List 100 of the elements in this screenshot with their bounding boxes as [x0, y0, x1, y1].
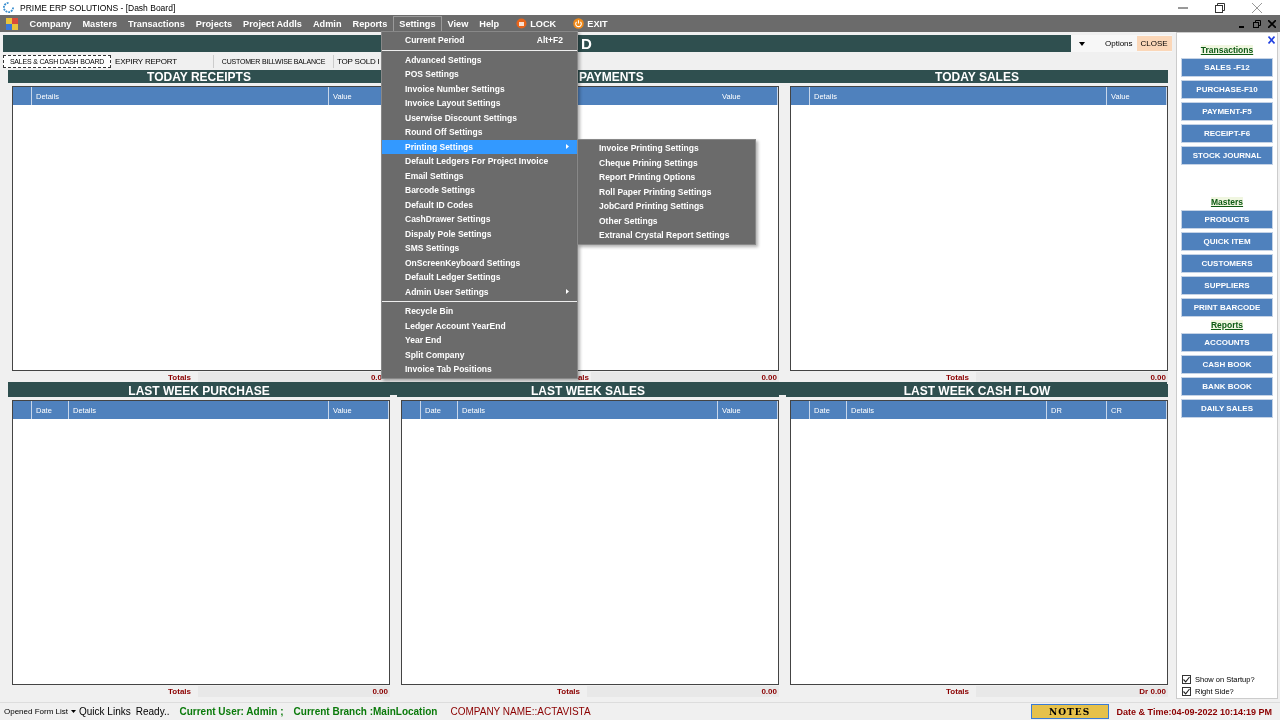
shortcut-text: Alt+F2: [536, 35, 563, 46]
quick-link-button[interactable]: CASH BOOK: [1181, 355, 1273, 374]
panel-title: LAST WEEK CASH FLOW: [786, 384, 1168, 397]
menu-option[interactable]: CashDrawer Settings: [382, 212, 577, 227]
checkbox[interactable]: [1182, 675, 1191, 684]
quick-link-button[interactable]: PRINT BARCODE: [1181, 298, 1273, 317]
notes-button[interactable]: NOTES: [1030, 704, 1109, 719]
menu-option[interactable]: Userwise Discount Settings: [382, 110, 577, 125]
totals-label: Totals: [167, 687, 192, 696]
menu-option-label: Split Company: [405, 349, 465, 360]
menu-option[interactable]: Default Ledger Settings: [382, 270, 577, 285]
header-title: D: [581, 35, 592, 52]
totals-value: 0.0: [198, 372, 390, 383]
status-text: Ready..: [135, 706, 170, 717]
menu-item[interactable]: LOCK: [510, 15, 562, 32]
quick-link-button[interactable]: STOCK JOURNAL: [1181, 146, 1273, 165]
menu-item[interactable]: Help: [473, 15, 505, 32]
menu-item[interactable]: Settings: [392, 15, 442, 32]
panel-title: LAST WEEK SALES: [397, 384, 779, 397]
panel-title: LAST WEEK PURCHASE: [8, 384, 390, 397]
menu-option-label: Default Ledgers For Project Invoice: [405, 156, 549, 167]
menu-option[interactable]: Split Company: [382, 347, 577, 362]
quick-link-button[interactable]: SALES -F12: [1181, 58, 1273, 77]
menu-option[interactable]: Dispaly Pole Settings: [382, 226, 577, 241]
menu-option[interactable]: Year End: [382, 333, 577, 348]
menu-option-label: Current Period: [405, 35, 465, 46]
menu-item[interactable]: EXIT: [567, 15, 614, 32]
menu-option[interactable]: SMS Settings: [382, 241, 577, 256]
menu-item[interactable]: Admin: [307, 15, 348, 32]
totals-value: 0.00: [587, 686, 779, 697]
totals-label: Totals: [945, 687, 970, 696]
menu-option[interactable]: Advanced Settings: [382, 52, 577, 67]
menu-item[interactable]: Company: [24, 15, 77, 32]
close-icon[interactable]: [1268, 36, 1275, 44]
app-grid-icon[interactable]: [6, 17, 18, 30]
menu-option[interactable]: Default Ledgers For Project Invoice: [382, 154, 577, 169]
dropdown-caret-icon[interactable]: [1079, 41, 1085, 46]
close-button[interactable]: CLOSE: [1136, 36, 1172, 51]
quick-link-button[interactable]: PAYMENT-F5: [1181, 102, 1273, 121]
quick-link-button[interactable]: PURCHASE-F10: [1181, 80, 1273, 99]
menu-item[interactable]: Masters: [76, 15, 123, 32]
quick-link-button[interactable]: QUICK ITEM: [1181, 232, 1273, 251]
menu-item[interactable]: Project Addls: [237, 15, 308, 32]
menu-option[interactable]: Default ID Codes: [382, 197, 577, 212]
menu-option-label: Dispaly Pole Settings: [405, 228, 492, 239]
menu-option[interactable]: Admin User Settings: [382, 284, 577, 299]
opened-form-list-dropdown[interactable]: Opened Form List: [0, 707, 80, 716]
app-logo-icon: [3, 2, 14, 13]
menu-option[interactable]: Other Settings: [578, 213, 755, 228]
menu-option[interactable]: Extranal Crystal Report Settings: [578, 228, 755, 243]
quick-link-button[interactable]: CUSTOMERS: [1181, 254, 1273, 273]
menu-item[interactable]: Projects: [190, 15, 238, 32]
menu-option-label: Round Off Settings: [405, 127, 483, 138]
section-heading: Reports: [1210, 320, 1244, 330]
menu-option-label: CashDrawer Settings: [405, 214, 491, 225]
quick-link-button[interactable]: SUPPLIERS: [1181, 276, 1273, 295]
menu-option[interactable]: Printing Settings: [382, 139, 577, 154]
menu-option[interactable]: Report Printing Options: [578, 170, 755, 185]
menu-option[interactable]: Email Settings: [382, 168, 577, 183]
menu-option[interactable]: OnScreenKeyboard Settings: [382, 255, 577, 270]
quick-link-button[interactable]: RECEIPT-F6: [1181, 124, 1273, 143]
totals-value: 0.00: [198, 686, 390, 697]
menu-option[interactable]: Cheque Prining Settings: [578, 155, 755, 170]
menu-option-label: Printing Settings: [405, 141, 473, 152]
menu-option[interactable]: Barcode Settings: [382, 183, 577, 198]
menu-option[interactable]: Recycle Bin: [382, 304, 577, 319]
menu-option[interactable]: Current Period Alt+F2: [382, 33, 577, 48]
options-label[interactable]: Options: [1105, 39, 1133, 48]
quick-links-button[interactable]: Quick Links: [79, 706, 131, 717]
restore-icon[interactable]: [1215, 2, 1225, 13]
lock-icon: [516, 18, 528, 29]
section-heading: Masters: [1210, 197, 1244, 207]
caret-icon: [71, 710, 77, 713]
menu-item[interactable]: View: [442, 15, 474, 32]
close-icon[interactable]: [1268, 19, 1276, 28]
quick-link-button[interactable]: BANK BOOK: [1181, 377, 1273, 396]
menu-option-label: Recycle Bin: [405, 306, 454, 317]
quick-link-button[interactable]: ACCOUNTS: [1181, 333, 1273, 352]
menu-item[interactable]: Transactions: [122, 15, 191, 32]
menu-option-label: SMS Settings: [405, 243, 460, 254]
menu-option-label: Invoice Layout Settings: [405, 98, 501, 109]
menu-option[interactable]: Roll Paper Printing Settings: [578, 184, 755, 199]
totals-value: Dr 0.00: [976, 686, 1168, 697]
menu-option[interactable]: Invoice Printing Settings: [578, 141, 755, 156]
current-branch-text: Current Branch :MainLocation: [293, 706, 438, 717]
quick-link-button[interactable]: PRODUCTS: [1181, 210, 1273, 229]
menu-option-label: Admin User Settings: [405, 286, 489, 297]
checkbox[interactable]: [1182, 687, 1191, 696]
menu-option[interactable]: Round Off Settings: [382, 125, 577, 140]
menu-option[interactable]: JobCard Printing Settings: [578, 199, 755, 214]
submenu-arrow-icon: [566, 144, 569, 150]
quick-link-button[interactable]: DAILY SALES: [1181, 399, 1273, 418]
menu-option-label: Default ID Codes: [405, 199, 473, 210]
menu-option-label: Invoice Number Settings: [405, 83, 505, 94]
menu-option-label: Advanced Settings: [405, 54, 482, 65]
menu-item[interactable]: Reports: [347, 15, 393, 32]
current-user-text: Current User: Admin ;: [179, 706, 284, 717]
menu-option-label: Invoice Tab Positions: [405, 364, 492, 375]
totals-label: als: [576, 373, 590, 382]
menu-option[interactable]: Ledger Account YearEnd: [382, 318, 577, 333]
